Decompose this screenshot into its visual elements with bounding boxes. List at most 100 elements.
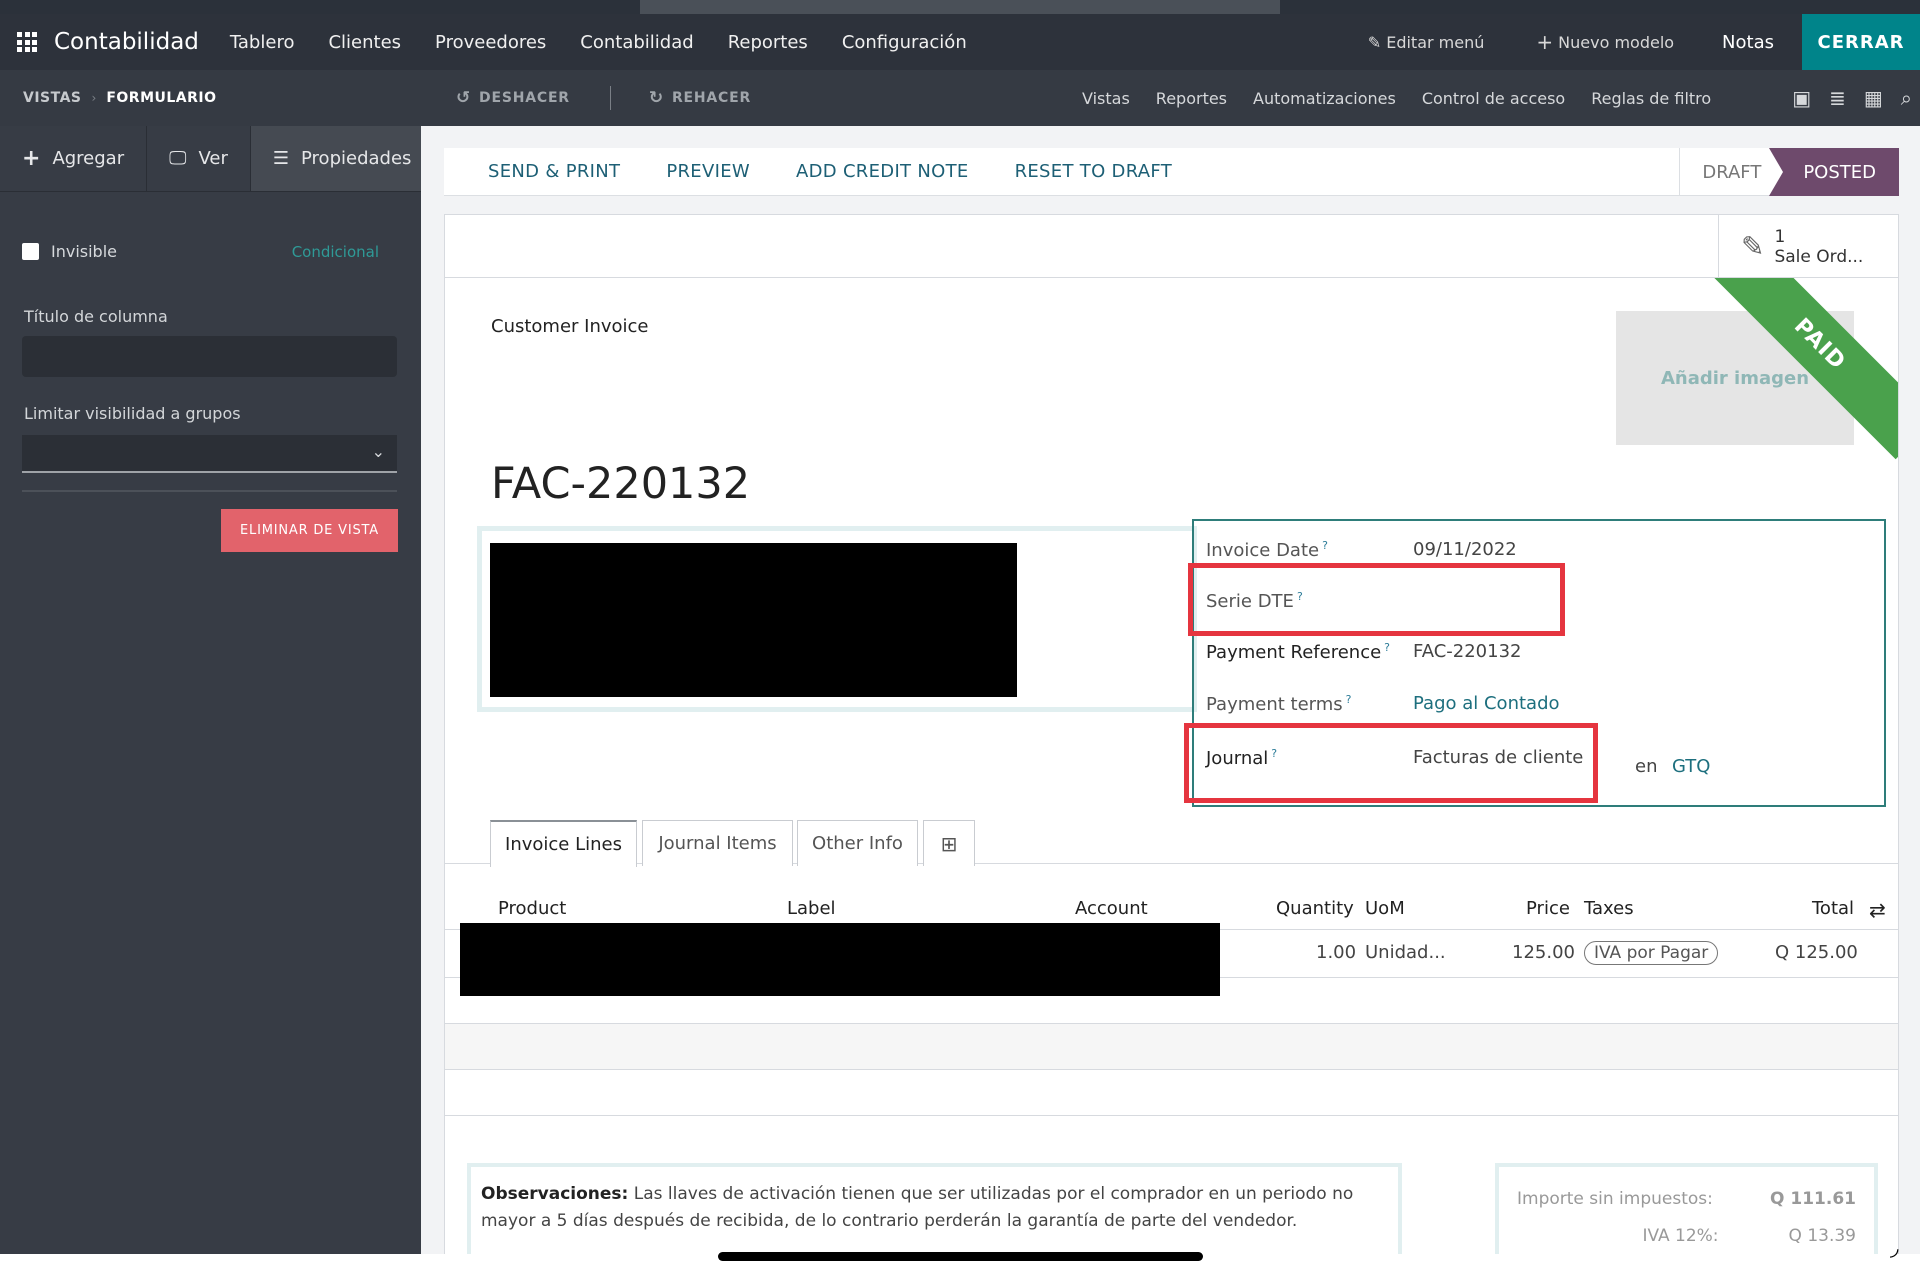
payment-terms-value[interactable]: Pago al Contado xyxy=(1413,693,1560,714)
invisible-checkbox[interactable] xyxy=(22,243,39,260)
menu-clientes[interactable]: Clientes xyxy=(311,32,418,53)
link-vistas[interactable]: Vistas xyxy=(1082,89,1130,108)
browser-tab[interactable] xyxy=(640,0,1280,14)
edit-menu-link[interactable]: ✎ Editar menú xyxy=(1342,33,1511,52)
col-uom[interactable]: UoM xyxy=(1365,898,1405,919)
link-reportes[interactable]: Reportes xyxy=(1156,89,1227,108)
plus-icon: + xyxy=(22,146,41,171)
kanban-view-icon[interactable]: ▦ xyxy=(1864,86,1883,110)
conditional-link[interactable]: Condicional xyxy=(292,243,379,261)
navbar-right: ✎ Editar menú + Nuevo modelo Notas CERRA… xyxy=(1342,14,1920,70)
add-credit-note-button[interactable]: ADD CREDIT NOTE xyxy=(773,161,992,182)
invisible-row: Invisible Condicional xyxy=(22,242,399,261)
menu-contabilidad[interactable]: Contabilidad xyxy=(563,32,710,53)
paid-ribbon: PAID xyxy=(1704,278,1898,460)
iva-row: IVA 12%: Q 13.39 xyxy=(1517,1226,1856,1246)
col-taxes[interactable]: Taxes xyxy=(1584,898,1634,919)
invoice-date-label: Invoice Date? xyxy=(1206,539,1328,561)
edit-menu-label: Editar menú xyxy=(1386,32,1485,52)
col-quantity[interactable]: Quantity xyxy=(1276,898,1354,919)
payment-reference-label: Payment Reference? xyxy=(1206,641,1391,663)
col-product[interactable]: Product xyxy=(498,898,566,919)
apps-grid-icon[interactable] xyxy=(17,32,37,52)
col-account[interactable]: Account xyxy=(1075,898,1148,919)
undo-button[interactable]: DESHACER xyxy=(479,90,570,106)
notes-label: Observaciones: xyxy=(481,1184,629,1204)
optional-columns-icon[interactable]: ⇄ xyxy=(1869,898,1886,922)
new-model-link[interactable]: + Nuevo modelo xyxy=(1510,30,1700,54)
groups-label: Limitar visibilidad a grupos xyxy=(24,404,241,423)
studio-links: Vistas Reportes Automatizaciones Control… xyxy=(1082,89,1711,108)
document-type: Customer Invoice xyxy=(491,316,649,337)
menu-reportes[interactable]: Reportes xyxy=(711,32,825,53)
table-row[interactable]: 1.00 Unidad... 125.00 IVA por Pagar Q 12… xyxy=(445,923,1898,996)
currency-value[interactable]: GTQ xyxy=(1672,756,1710,777)
groups-select[interactable]: ⌄ xyxy=(22,435,397,473)
preview-button[interactable]: PREVIEW xyxy=(643,161,773,182)
link-automatizaciones[interactable]: Automatizaciones xyxy=(1253,89,1396,108)
link-control-acceso[interactable]: Control de acceso xyxy=(1422,89,1565,108)
pencil-icon: ✎ xyxy=(1367,32,1382,52)
column-title-input[interactable] xyxy=(22,336,397,377)
app-brand[interactable]: Contabilidad xyxy=(54,29,199,55)
delete-from-view-button[interactable]: ELIMINAR DE VISTA xyxy=(221,509,398,552)
properties-icon: ☰ xyxy=(272,148,290,169)
invisible-label: Invisible xyxy=(51,242,117,261)
col-total[interactable]: Total xyxy=(1812,898,1854,919)
breadcrumb-views[interactable]: VISTAS xyxy=(23,90,82,106)
close-button[interactable]: CERRAR xyxy=(1802,14,1920,70)
stage-posted[interactable]: POSTED xyxy=(1769,148,1899,196)
invoice-info-group: Invoice Date? 09/11/2022 Serie DTE? Paym… xyxy=(1184,519,1886,807)
tab-agregar-label: Agregar xyxy=(52,148,125,169)
menu-tablero[interactable]: Tablero xyxy=(213,32,312,53)
notes-link[interactable]: Notas xyxy=(1700,32,1802,53)
tab-agregar[interactable]: + Agregar xyxy=(0,126,148,191)
stage-draft[interactable]: DRAFT xyxy=(1679,148,1783,196)
resize-handle-icon[interactable]: ◞ xyxy=(1890,1236,1899,1261)
add-tab-button[interactable]: ⊞ xyxy=(923,820,975,866)
plus-icon: + xyxy=(1536,30,1554,54)
partner-group xyxy=(477,526,1197,712)
invoice-date-value[interactable]: 09/11/2022 xyxy=(1413,539,1517,560)
search-icon[interactable]: ⌕ xyxy=(1901,86,1912,110)
line-tax-badge: IVA por Pagar xyxy=(1584,941,1719,965)
notebook-tabs: Invoice Lines Journal Items Other Info ⊞ xyxy=(445,820,1898,867)
payment-reference-value[interactable]: FAC-220132 xyxy=(1413,641,1521,662)
form-editor-area: SEND & PRINT PREVIEW ADD CREDIT NOTE RES… xyxy=(421,126,1920,1271)
undo-redo-divider xyxy=(609,86,611,110)
tab-ver-label: Ver xyxy=(198,148,228,169)
menu-proveedores[interactable]: Proveedores xyxy=(418,32,563,53)
menu-configuracion[interactable]: Configuración xyxy=(825,32,984,53)
home-indicator[interactable] xyxy=(718,1252,1203,1261)
invoice-number: FAC-220132 xyxy=(491,459,751,509)
view-switcher: ▣ ≣ ▦ ⌕ xyxy=(1792,86,1912,110)
tab-propiedades-label: Propiedades xyxy=(301,148,412,169)
highlight-serie-dte xyxy=(1188,563,1565,636)
properties-panel: Invisible Condicional Título de columna … xyxy=(0,242,421,552)
tab-invoice-lines[interactable]: Invoice Lines xyxy=(490,820,637,867)
sale-orders-count: 1 xyxy=(1774,226,1786,247)
untaxed-row: Importe sin impuestos: Q 111.61 xyxy=(1517,1189,1856,1209)
undo-icon: ↺ xyxy=(456,88,472,108)
tab-propiedades[interactable]: ☰ Propiedades xyxy=(250,126,435,191)
reset-to-draft-button[interactable]: RESET TO DRAFT xyxy=(992,161,1195,182)
col-price[interactable]: Price xyxy=(1526,898,1570,919)
sale-orders-smart-button[interactable]: ✎ 1 Sale Ord... xyxy=(1718,215,1898,278)
send-print-button[interactable]: SEND & PRINT xyxy=(444,161,643,182)
form-view-icon[interactable]: ▣ xyxy=(1792,86,1811,110)
redacted-partner xyxy=(490,543,1017,697)
breadcrumb-form: FORMULARIO xyxy=(106,90,217,106)
tab-ver[interactable]: 🖵 Ver xyxy=(147,126,251,191)
list-view-icon[interactable]: ≣ xyxy=(1829,86,1846,110)
col-label[interactable]: Label xyxy=(787,898,836,919)
smart-button-box: ✎ 1 Sale Ord... xyxy=(445,215,1898,278)
breadcrumb-separator: › xyxy=(91,91,97,105)
tab-other-info[interactable]: Other Info xyxy=(797,820,918,866)
stage-selector: DRAFT POSTED xyxy=(1679,148,1899,196)
payment-terms-label: Payment terms? xyxy=(1206,693,1352,715)
studio-subbar: VISTAS › FORMULARIO ↺ DESHACER ↻ REHACER… xyxy=(0,70,1920,126)
new-model-label: Nuevo modelo xyxy=(1558,32,1675,52)
redo-button[interactable]: REHACER xyxy=(672,90,751,106)
link-reglas-filtro[interactable]: Reglas de filtro xyxy=(1591,89,1711,108)
tab-journal-items[interactable]: Journal Items xyxy=(642,820,793,866)
